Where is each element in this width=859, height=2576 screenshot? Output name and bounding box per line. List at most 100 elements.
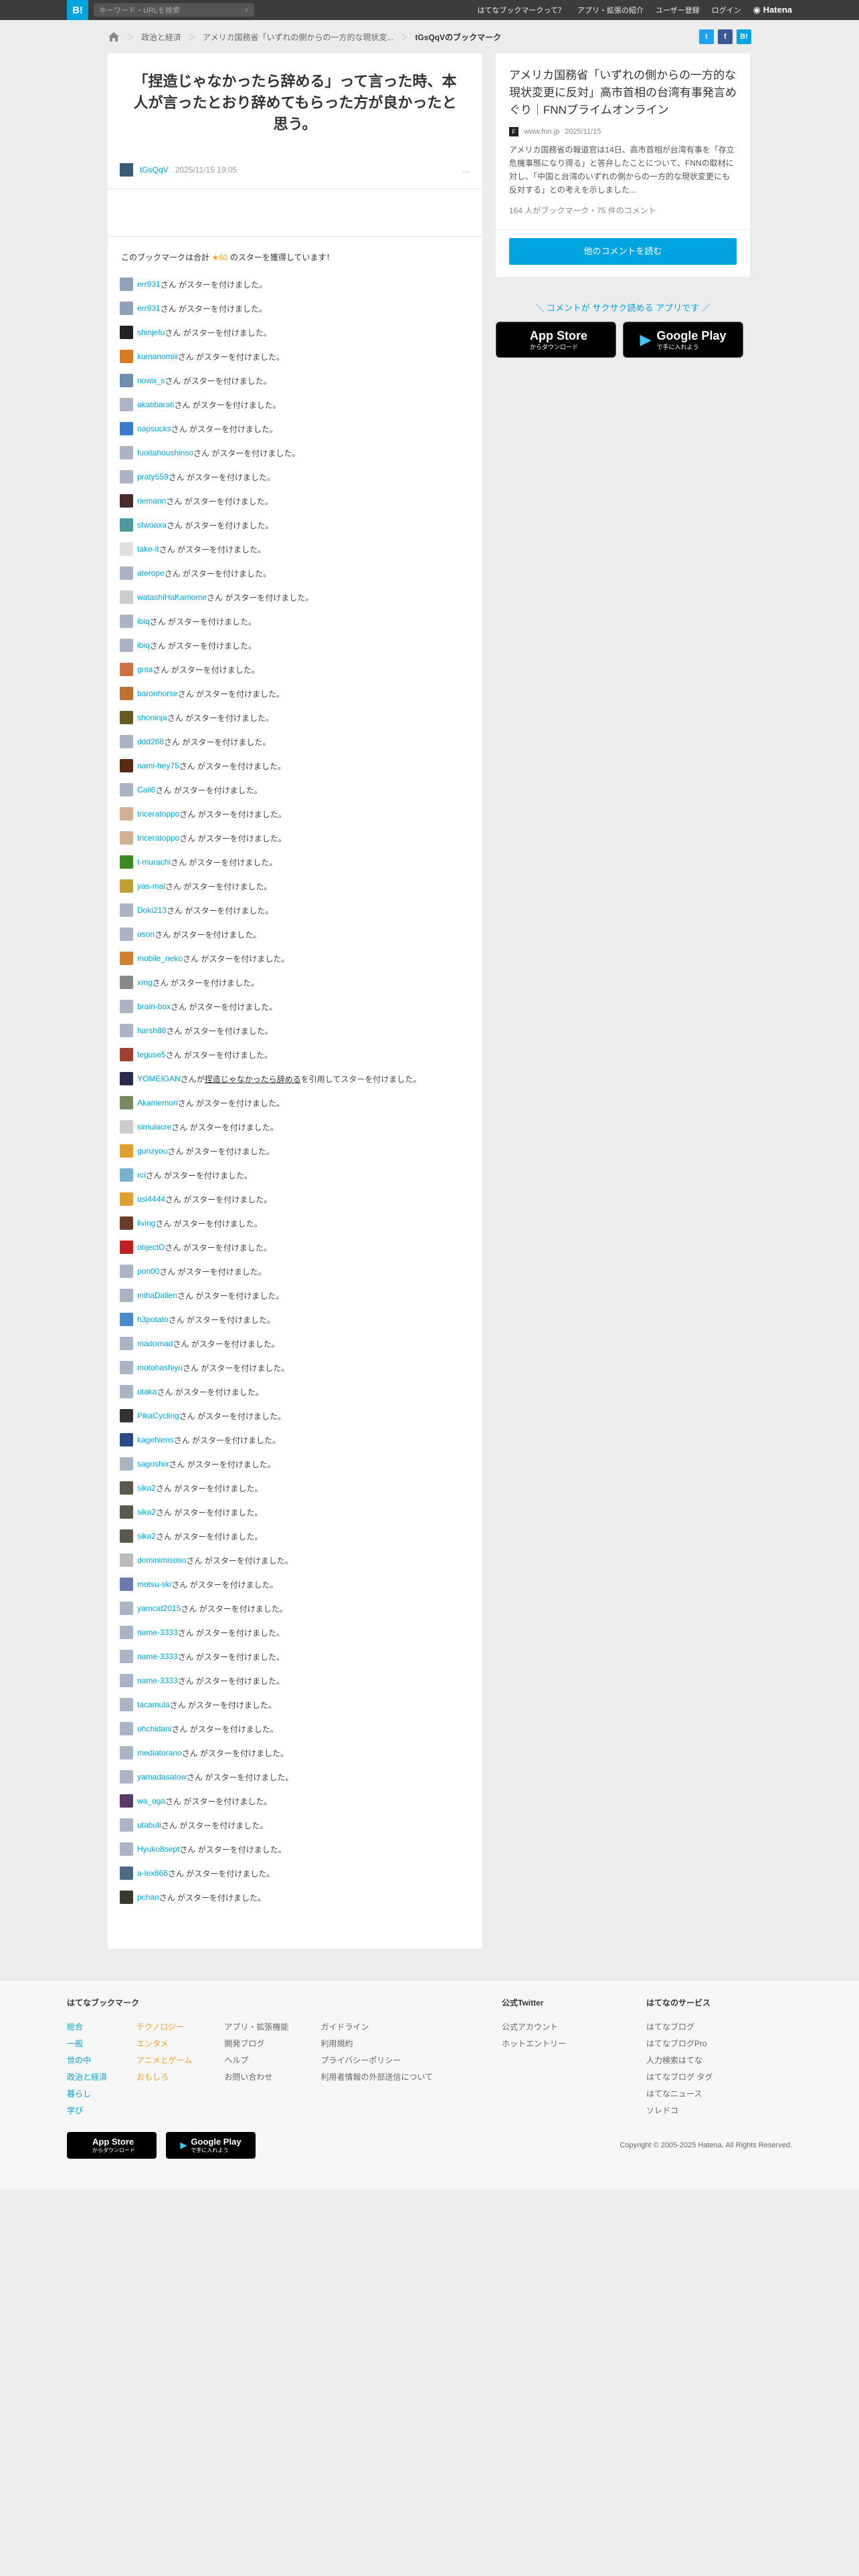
- star-user-link[interactable]: mediatorano: [137, 1748, 182, 1757]
- star-user-link[interactable]: teguse5: [137, 1050, 166, 1059]
- footer-link[interactable]: ヘルプ: [224, 2052, 288, 2069]
- avatar[interactable]: [120, 542, 133, 556]
- star-user-link[interactable]: kagehiens: [137, 1435, 174, 1444]
- avatar[interactable]: [120, 1770, 133, 1784]
- avatar[interactable]: [120, 1553, 133, 1567]
- avatar[interactable]: [120, 1505, 133, 1519]
- star-user-link[interactable]: take-it: [137, 544, 159, 554]
- avatar[interactable]: [120, 735, 133, 748]
- avatar[interactable]: [120, 1241, 133, 1254]
- star-user-link[interactable]: utabuti: [137, 1820, 161, 1830]
- avatar[interactable]: [120, 1168, 133, 1182]
- star-user-link[interactable]: nami-hey75: [137, 761, 179, 770]
- app-store-button[interactable]: App Store からダウンロード: [496, 322, 616, 358]
- star-user-link[interactable]: motohashiyu: [137, 1363, 183, 1372]
- avatar[interactable]: [120, 302, 133, 315]
- hatena-bookmark-logo[interactable]: B!: [67, 0, 88, 20]
- avatar[interactable]: [120, 163, 133, 177]
- footer-link[interactable]: 開発ブログ: [224, 2036, 288, 2052]
- avatar[interactable]: [120, 1433, 133, 1446]
- avatar[interactable]: [120, 952, 133, 965]
- avatar[interactable]: [120, 1866, 133, 1880]
- star-user-link[interactable]: name-3333: [137, 1676, 178, 1685]
- star-user-link[interactable]: name-3333: [137, 1628, 178, 1637]
- star-user-link[interactable]: t-murachi: [137, 857, 171, 867]
- avatar[interactable]: [120, 422, 133, 435]
- avatar[interactable]: [120, 1602, 133, 1615]
- footer-link[interactable]: ホットエントリー: [502, 2036, 566, 2052]
- star-user-link[interactable]: rci: [137, 1170, 146, 1180]
- footer-link[interactable]: はてなブログ: [646, 2019, 712, 2036]
- avatar[interactable]: [120, 1626, 133, 1639]
- star-user-link[interactable]: motsu-ski: [137, 1580, 171, 1589]
- avatar[interactable]: [120, 566, 133, 580]
- star-user-link[interactable]: err931: [137, 280, 161, 289]
- avatar[interactable]: [120, 1481, 133, 1495]
- star-user-link[interactable]: praty559: [137, 472, 169, 481]
- avatar[interactable]: [120, 903, 133, 917]
- avatar[interactable]: [120, 1674, 133, 1687]
- footer-link[interactable]: 利用者情報の外部送信について: [320, 2069, 433, 2086]
- avatar[interactable]: [120, 591, 133, 604]
- avatar[interactable]: [120, 398, 133, 411]
- star-user-link[interactable]: xmg: [137, 978, 153, 987]
- avatar[interactable]: [120, 1529, 133, 1543]
- star-user-link[interactable]: ddd268: [137, 737, 164, 746]
- avatar[interactable]: [120, 1192, 133, 1206]
- star-user-link[interactable]: shinjefu: [137, 328, 165, 337]
- avatar[interactable]: [120, 855, 133, 869]
- footer-link[interactable]: エンタメ: [136, 2036, 192, 2052]
- avatar[interactable]: [120, 1698, 133, 1711]
- star-user-link[interactable]: aterope: [137, 568, 165, 578]
- avatar[interactable]: [120, 1409, 133, 1422]
- footer-link[interactable]: はてなニュース: [646, 2086, 712, 2103]
- avatar[interactable]: [120, 494, 133, 508]
- star-user-link[interactable]: yas-mal: [137, 881, 165, 891]
- footer-link[interactable]: ソレドコ: [646, 2103, 712, 2119]
- avatar[interactable]: [120, 1096, 133, 1109]
- star-user-link[interactable]: triceratoppo: [137, 809, 179, 819]
- footer-link[interactable]: 人力検索はてな: [646, 2052, 712, 2069]
- star-user-link[interactable]: sika2: [137, 1507, 156, 1517]
- star-user-link[interactable]: PikaCycling: [137, 1411, 179, 1420]
- avatar[interactable]: [120, 518, 133, 532]
- star-user-link[interactable]: watashiHaKamome: [137, 593, 207, 602]
- star-user-link[interactable]: Doki213: [137, 905, 167, 915]
- star-user-link[interactable]: living: [137, 1218, 155, 1228]
- star-user-link[interactable]: triceratoppo: [137, 833, 179, 843]
- star-user-link[interactable]: madomad: [137, 1339, 173, 1348]
- star-user-link[interactable]: stwoaxa: [137, 520, 167, 530]
- star-user-link[interactable]: gunzyou: [137, 1146, 167, 1156]
- footer-link[interactable]: おもしろ: [136, 2069, 192, 2086]
- star-user-link[interactable]: ohchidani: [137, 1724, 171, 1733]
- footer-google-play-button[interactable]: ▶ Google Play で手に入れよう: [166, 2132, 256, 2159]
- star-user-link[interactable]: ibiq: [137, 641, 150, 650]
- avatar[interactable]: [120, 1818, 133, 1832]
- nav-about[interactable]: はてなブックマークって？: [477, 5, 565, 15]
- avatar[interactable]: [120, 687, 133, 700]
- avatar[interactable]: [120, 1337, 133, 1350]
- nav-login[interactable]: ログイン: [712, 5, 741, 15]
- avatar[interactable]: [120, 1144, 133, 1158]
- comment-user[interactable]: tGsQqV: [140, 165, 169, 175]
- star-user-link[interactable]: usi4444: [137, 1194, 165, 1204]
- footer-link[interactable]: ガイドライン: [320, 2019, 433, 2036]
- star-user-link[interactable]: nowa_s: [137, 376, 165, 385]
- star-user-link[interactable]: Hyuko8sept: [137, 1844, 179, 1854]
- star-user-link[interactable]: simulacre: [137, 1122, 171, 1132]
- star-user-link[interactable]: objectO: [137, 1243, 165, 1252]
- star-user-link[interactable]: wa_oga: [137, 1796, 165, 1806]
- entry-card[interactable]: アメリカ国務省「いずれの側からの一方的な現状変更に反対」高市首相の台湾有事発言め…: [496, 53, 750, 229]
- star-user-link[interactable]: YOMEIGAN: [137, 1074, 181, 1083]
- avatar[interactable]: [120, 1722, 133, 1735]
- footer-app-store-button[interactable]: App Store からダウンロード: [67, 2132, 157, 2159]
- avatar[interactable]: [120, 1024, 133, 1037]
- search-icon[interactable]: ⌕: [245, 6, 249, 15]
- star-user-link[interactable]: ibiq: [137, 617, 150, 626]
- avatar[interactable]: [120, 759, 133, 772]
- breadcrumb-category[interactable]: 政治と経済: [141, 31, 181, 43]
- footer-link[interactable]: はてなブログPro: [646, 2036, 712, 2052]
- star-user-link[interactable]: h3potato: [137, 1315, 169, 1324]
- star-user-link[interactable]: sika2: [137, 1531, 156, 1541]
- avatar[interactable]: [120, 1385, 133, 1398]
